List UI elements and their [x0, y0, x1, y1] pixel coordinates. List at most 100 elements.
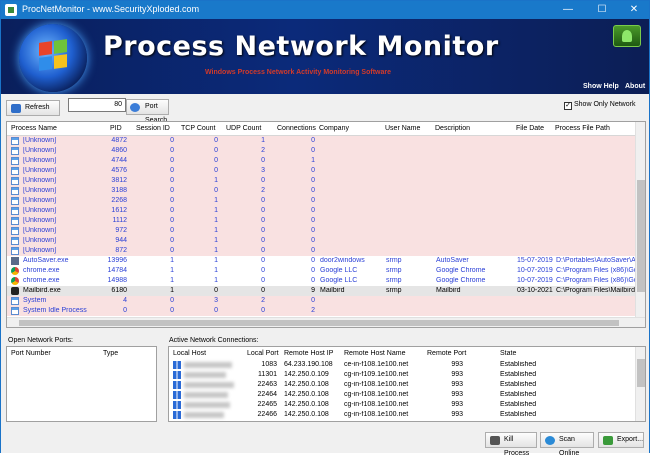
connection-row[interactable]: 22466 142.250.0.108 cg-in-f108.1e100.net 99… — [169, 410, 635, 420]
process-table-vscrollbar[interactable] — [635, 122, 645, 317]
col-tcp-count[interactable]: TCP Count — [181, 125, 216, 132]
col-connections[interactable]: Connections — [277, 125, 316, 132]
connections-vscrollbar[interactable] — [635, 347, 645, 421]
process-cell-conn: 0 — [311, 207, 315, 214]
show-only-network-checkbox[interactable]: ✓ — [564, 102, 572, 110]
col-session-id[interactable]: Session ID — [136, 125, 170, 132]
connection-cell-rip: 64.233.190.108 — [284, 361, 333, 368]
kill-process-label: Kill Process — [504, 436, 530, 457]
scan-online-button[interactable]: Scan Online — [540, 432, 594, 457]
process-cell-name: [Unknown] — [23, 197, 57, 204]
col-remote-host-ip[interactable]: Remote Host IP — [284, 350, 333, 357]
about-link[interactable]: About — [625, 83, 645, 90]
col-type[interactable]: Type — [103, 350, 118, 357]
process-cell-tcp: 1 — [214, 257, 218, 264]
process-row[interactable]: [Unknown] 4872 0 0 1 0 — [7, 136, 636, 146]
process-cell-path: C:\Program Files (x86)\Google — [556, 267, 638, 274]
process-row[interactable]: [Unknown] 1612 0 1 0 0 — [7, 206, 636, 216]
col-port-number[interactable]: Port Number — [11, 350, 51, 357]
connection-row[interactable]: 11301 142.250.0.109 cg-in-f109.1e100.net 99… — [169, 370, 635, 380]
open-ports-label: Open Network Ports: — [8, 337, 73, 344]
process-cell-tcp: 0 — [214, 147, 218, 154]
col-local-port[interactable]: Local Port — [247, 350, 279, 357]
process-cell-tcp: 0 — [214, 287, 218, 294]
show-only-network-label[interactable]: Show Only Network — [574, 101, 635, 108]
process-window-icon — [11, 167, 19, 175]
process-cell-session: 0 — [170, 177, 174, 184]
connection-row[interactable]: 1083 64.233.190.108 ce-in-f108.1e100.net 99… — [169, 360, 635, 370]
process-cell-session: 0 — [170, 247, 174, 254]
process-row[interactable]: [Unknown] 3812 0 1 0 0 — [7, 176, 636, 186]
col-udp-count[interactable]: UDP Count — [226, 125, 261, 132]
process-row[interactable]: [Unknown] 4860 0 0 2 0 — [7, 146, 636, 156]
col-process-name[interactable]: Process Name — [11, 125, 57, 132]
process-cell-name: [Unknown] — [23, 147, 57, 154]
col-process-file-path[interactable]: Process File Path — [555, 125, 610, 132]
port-input[interactable]: 80 — [68, 98, 126, 112]
connection-cell-state: Established — [500, 381, 537, 388]
process-row[interactable]: Mailbird.exe 6180 1 0 0 9 Mailbird srmp Mailbird… — [7, 286, 638, 296]
process-cell-name: System Idle Process — [23, 307, 87, 314]
connection-cell-state: Established — [500, 391, 537, 398]
process-row[interactable]: [Unknown] 872 0 1 0 0 — [7, 246, 636, 256]
title-bar[interactable]: ProcNetMonitor - www.SecurityXploded.com… — [1, 1, 649, 19]
process-row[interactable]: chrome.exe 14784 1 1 0 0 Google LLC srmp Google … — [7, 266, 638, 276]
process-row[interactable]: AutoSaver.exe 13996 1 1 0 0 door2windows srmp Au… — [7, 256, 638, 266]
process-window-icon — [11, 247, 19, 255]
process-cell-conn: 2 — [311, 307, 315, 314]
col-description[interactable]: Description — [435, 125, 470, 132]
process-row[interactable]: [Unknown] 972 0 1 0 0 — [7, 226, 636, 236]
process-cell-udp: 0 — [261, 257, 265, 264]
process-row[interactable]: [Unknown] 4576 0 0 3 0 — [7, 166, 636, 176]
process-row[interactable]: [Unknown] 2268 0 1 0 0 — [7, 196, 636, 206]
process-row[interactable]: [Unknown] 4744 0 0 0 1 — [7, 156, 636, 166]
maximize-button[interactable]: ☐ — [587, 1, 617, 19]
connection-row[interactable]: 22465 142.250.0.108 cg-in-f108.1e100.net 99… — [169, 400, 635, 410]
close-button[interactable]: ✕ — [619, 1, 649, 19]
process-cell-date: 10-07-2019 — [517, 277, 553, 284]
connection-cell-rip: 142.250.0.108 — [284, 411, 329, 418]
process-cell-name: [Unknown] — [23, 237, 57, 244]
show-help-link[interactable]: Show Help — [583, 83, 619, 90]
minimize-button[interactable]: — — [553, 1, 583, 19]
col-company[interactable]: Company — [319, 125, 349, 132]
kill-process-button[interactable]: Kill Process — [485, 432, 537, 457]
port-search-button[interactable]: Port Search — [126, 99, 169, 124]
export-button[interactable]: Export... — [598, 432, 644, 448]
process-cell-session: 0 — [170, 227, 174, 234]
process-row[interactable]: System 4 0 3 2 0 — [7, 296, 636, 306]
col-user-name[interactable]: User Name — [385, 125, 420, 132]
process-cell-session: 1 — [170, 257, 174, 264]
process-cell-conn: 0 — [311, 187, 315, 194]
process-cell-tcp: 1 — [214, 237, 218, 244]
refresh-button[interactable]: Refresh — [6, 100, 60, 116]
process-row[interactable]: [Unknown] 1112 0 1 0 0 — [7, 216, 636, 226]
network-icon — [173, 361, 181, 369]
process-cell-name: [Unknown] — [23, 177, 57, 184]
process-cell-conn: 0 — [311, 247, 315, 254]
process-row[interactable]: chrome.exe 14988 1 1 0 0 Google LLC srmp Google … — [7, 276, 638, 286]
header-banner: Process Network Monitor Windows Process … — [1, 19, 649, 94]
col-remote-port[interactable]: Remote Port — [427, 350, 466, 357]
col-remote-host-name[interactable]: Remote Host Name — [344, 350, 405, 357]
col-state[interactable]: State — [500, 350, 516, 357]
process-cell-name: Mailbird.exe — [23, 287, 61, 294]
connection-cell-rport: 993 — [451, 371, 463, 378]
connection-row[interactable]: 22463 142.250.0.108 cg-in-f108.1e100.net 99… — [169, 380, 635, 390]
process-window-icon — [11, 177, 19, 185]
process-row[interactable]: [Unknown] 944 0 1 0 0 — [7, 236, 636, 246]
connection-row[interactable]: 22464 142.250.0.108 cg-in-f108.1e100.net 99… — [169, 390, 635, 400]
connection-cell-lport: 22465 — [257, 401, 277, 408]
process-table-hscrollbar[interactable] — [7, 317, 645, 327]
col-pid[interactable]: PID — [110, 125, 122, 132]
process-cell-desc: Google Chrome — [436, 267, 486, 274]
process-cell-udp: 0 — [261, 287, 265, 294]
process-row[interactable]: [Unknown] 3188 0 0 2 0 — [7, 186, 636, 196]
col-file-date[interactable]: File Date — [516, 125, 544, 132]
process-row[interactable]: System Idle Process 0 0 0 0 2 — [7, 306, 636, 316]
col-local-host[interactable]: Local Host — [173, 350, 206, 357]
process-cell-name: [Unknown] — [23, 227, 57, 234]
process-cell-udp: 2 — [261, 187, 265, 194]
chrome-icon — [11, 267, 19, 275]
connection-cell-rname: cg-in-f108.1e100.net — [344, 381, 409, 388]
